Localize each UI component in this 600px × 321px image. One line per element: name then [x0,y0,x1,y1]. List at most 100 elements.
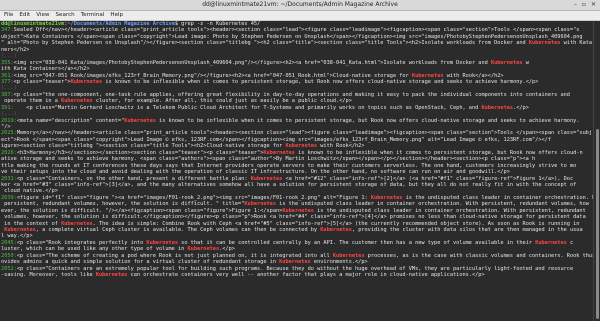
text-segment: with Kata Contai [563,40,593,47]
match-highlight: Kubernetes [244,201,276,208]
line-number: 355: [1,59,14,66]
output-line: 391: <p class="Martin Gerhard Loschwitz … [0,105,594,111]
text-segment: c [566,239,574,246]
text-segment: l way.</p> [1,233,33,240]
output-line: ker <a href="#3" class="info-ref">[3]</a… [0,182,594,188]
text-segment: ubject">Kata Containers </span><span cla… [1,33,583,40]
text-segment: cloud native.</p> [1,188,58,195]
text-segment: with Rook</h2> [317,143,365,150]
text-segment: luster, which can be used like any other… [1,246,188,253]
text-segment: .</p> [219,246,235,253]
text-segment: Sealed Off</nav></header><article class=… [13,27,580,34]
output-line: -saving. Moreover, tools like Kubernetes… [0,272,594,278]
text-segment: is the undisputed class leader in contai… [313,207,586,214]
text-segment: is the undisputed class leader in contai… [276,201,589,208]
text-segment: <p class="Containers are an extremely po… [16,265,574,272]
text-segment: .</p> [513,104,529,111]
text-segment: so that it can be controlled centrally b… [178,239,536,246]
menu-search[interactable]: Search [53,11,78,20]
text-segment: environments.</p> [310,259,368,266]
text-segment: dd@linuxmintmate21vm [1,21,65,27]
line-number: 2019: [1,117,17,124]
line-number: 377: [1,78,14,85]
match-highlight: Kubernetes [411,72,444,79]
match-highlight: Kubernetes [370,194,403,201]
output-line: " alt="Photo by Stephen Pedersen on Unsp… [0,40,594,46]
menu-edit[interactable]: Edit [16,11,33,20]
terminal-scrollbar[interactable] [593,21,600,321]
text-segment: in the context of [1,220,62,227]
maximize-icon[interactable]: ▫ [582,0,586,10]
text-segment: <p class="Containers, on the other hand,… [16,175,251,182]
text-segment: (...) [1,53,17,60]
match-highlight: Kubernetes [146,239,179,246]
menu-view[interactable]: View [33,11,52,20]
text-segment: <p class="Rook integrates perfectly into [16,239,147,246]
match-highlight: Kubernetes [61,220,93,227]
output-line: 2019:<meta name="description" content="K… [0,118,594,124]
close-icon[interactable]: ✕ [591,0,596,10]
text-segment: <p class="teaser"> [13,78,71,85]
text-segment: ovides admins a quick and simple solutio… [1,259,280,266]
text-segment: persistent, redundant volumes, however, … [1,201,245,208]
menu-bar: File Edit View Search Terminal Help [0,11,600,21]
text-segment: (...) [1,85,17,92]
match-highlight: Kubernetes [490,59,523,66]
text-segment: , providing the cluster with data silos … [351,227,583,233]
text-segment: is known to be inflexible when it comes … [294,149,583,156]
text-segment: operate them in a [1,98,62,105]
text-segment: <a href="#12" class="info-ref">[2]</a> (… [282,175,574,182]
match-highlight: Kubernetes [332,252,365,259]
menu-file[interactable]: File [0,11,16,20]
match-highlight: Kubernetes [4,227,36,233]
line-number: 2031: [1,175,17,182]
text-segment: igure><section class="titlebg "><section… [1,143,286,150]
match-highlight: Kubernetes [61,98,93,105]
text-segment: ttle making the rounds at IT conferences… [1,162,577,169]
text-segment: "/> [1,124,11,130]
match-highlight: Kubernetes [481,104,514,111]
text-segment: -saving. Moreover, tools like [1,272,96,279]
match-highlight: Kubernetes [70,78,103,85]
menu-terminal[interactable]: Terminal [78,11,108,20]
line-number: 391: [1,104,14,111]
text-segment: $ grep -z -n Kubernetes 45/ [174,21,261,27]
line-number: 2050: [1,252,17,259]
text-segment: ners</h2> [1,46,30,53]
text-segment: cluster, for example. After all, this co… [92,98,352,105]
text-segment: volumes, however, the solution is diffic… [1,214,586,221]
minimize-icon[interactable]: – [574,0,577,10]
window-title: dd@linuxmintmate21vm: ~/Documents/Admin … [202,1,398,8]
match-highlight: Kubernetes [187,246,220,253]
text-segment: ~/Documents/Admin Magazine Archive [67,21,175,27]
text-segment: <p class="the one-component, one-task ru… [13,91,570,98]
match-highlight: Kubernetes [320,227,352,233]
text-segment: ect">Rook </span><span class="copyright"… [1,136,551,143]
scrollbar-thumb[interactable] [596,129,599,319]
menu-help[interactable]: Help [107,11,126,20]
match-highlight: Kubernetes [124,117,156,124]
line-number: 387: [1,91,14,98]
text-segment: is the undisputed class leader in contai… [402,194,594,201]
text-segment: with Rook</a></h2> [443,72,504,79]
text-segment: ith Kata Containers</a></h2> [1,66,90,73]
line-number: 361: [1,72,14,79]
match-highlight: Kubernetes [535,239,567,246]
text-segment: " alt="Photo by Stephen Pedersen on Unsp… [1,40,529,47]
text-segment: w [522,59,529,66]
match-highlight: Kubernetes [279,259,311,266]
text-segment: <meta name="description" content=" [16,117,125,124]
text-segment: is known to be inflexible when it comes … [155,117,580,124]
text-segment: (...) [1,111,17,118]
text-segment: <p class="The scheme of creating a pod w… [16,252,333,259]
text-segment: ker <a href="#3" class="info-ref">[3]</a… [1,181,577,188]
line-number: 2052: [1,265,17,272]
text-segment: can orchestrate containers very well -- … [127,272,485,279]
window-titlebar[interactable]: dd@linuxmintmate21vm: ~/Documents/Admin … [0,0,600,11]
match-highlight: Kubernetes [282,207,314,214]
text-segment: <img src="047-051 Rook/images/efks_123rf… [13,72,412,79]
match-highlight: Kubernetes [528,40,561,47]
match-highlight: Kubernetes [95,272,128,279]
terminal-output[interactable]: dd@linuxmintmate21vm:~/Documents/Admin M… [0,21,594,321]
match-highlight: Kubernetes [285,143,318,150]
